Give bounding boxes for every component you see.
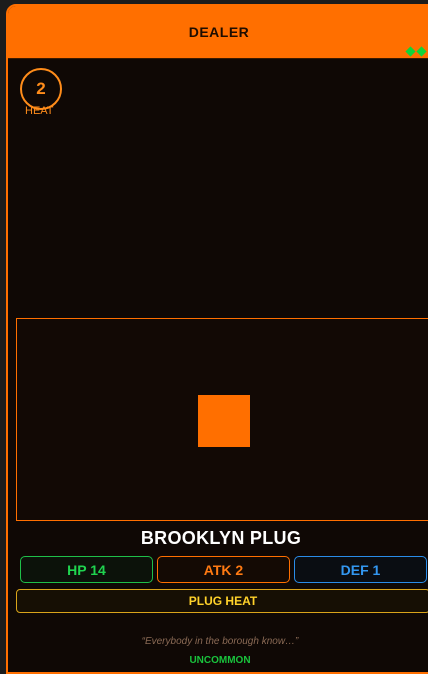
stat-atk: ATK 2 [157, 556, 290, 583]
unit-card[interactable]: DEALER 2 HEAT BROOKLYN PLUG HP 14 ATK 2 … [6, 4, 428, 674]
cost-label: HEAT [25, 105, 54, 117]
cost-badge: 2 [20, 68, 62, 110]
rarity-gems [405, 46, 427, 57]
gem-icon [416, 46, 427, 57]
gem-icon [405, 46, 416, 57]
ability-bar[interactable]: PLUG HEAT [16, 589, 428, 613]
ability-label: PLUG HEAT [188, 594, 258, 608]
card-header: DEALER [8, 6, 428, 59]
stat-hp: HP 14 [20, 556, 153, 583]
stat-def: DEF 1 [294, 556, 427, 583]
rarity-label: UNCOMMON [189, 655, 251, 666]
card-name: BROOKLYN PLUG [140, 528, 302, 548]
card-type-label: DEALER [188, 24, 250, 40]
flavor-text: “Everybody in the borough know…” [141, 636, 299, 647]
card-art-frame [16, 318, 428, 521]
cost-value: 2 [36, 79, 46, 98]
card-art-placeholder [198, 395, 250, 447]
